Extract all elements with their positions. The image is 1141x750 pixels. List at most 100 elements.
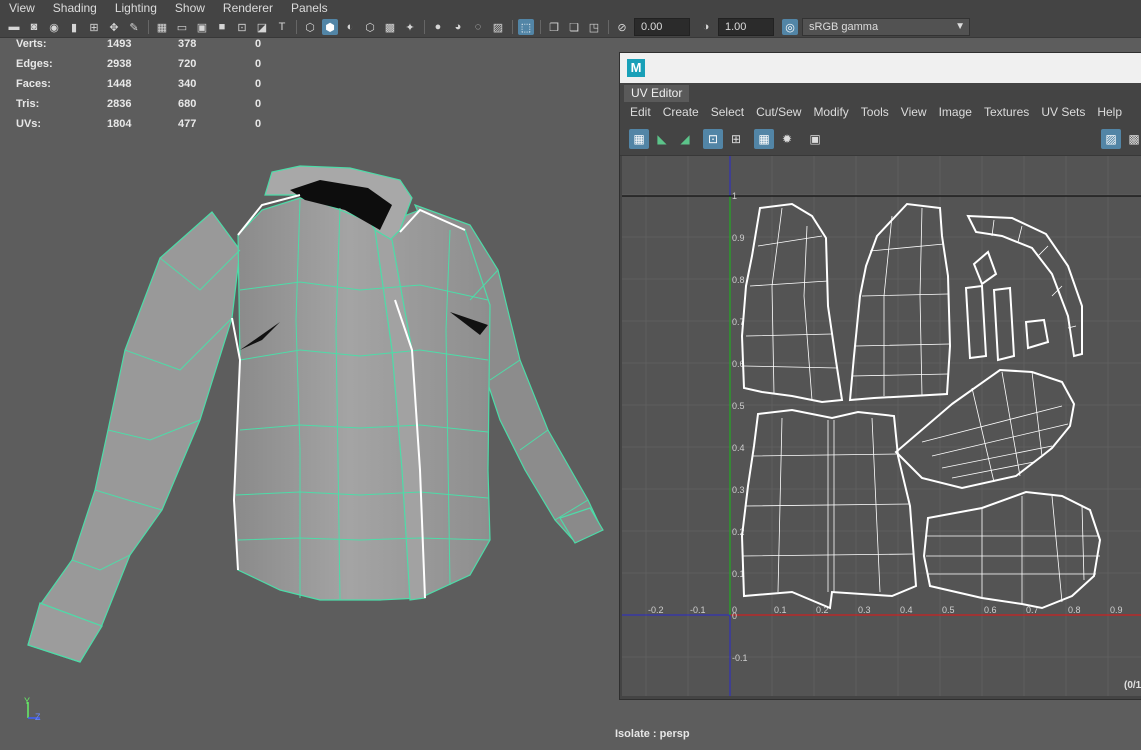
maya-logo-icon: M xyxy=(627,59,645,77)
resolution-gate-icon[interactable]: ▣ xyxy=(194,19,210,35)
uv-canvas[interactable]: -0.2 -0.1 0 0.1 0.2 0.3 0.4 0.5 0.6 0.7 0.8 0.9 10.… xyxy=(622,156,1141,696)
uv-y-tick-label: 0 xyxy=(732,611,737,621)
menu-renderer[interactable]: Renderer xyxy=(214,0,282,16)
grid-icon[interactable]: ▦ xyxy=(154,19,170,35)
grease-pencil-icon[interactable]: ✎ xyxy=(126,19,142,35)
uv-editor-tabbar: UV Editor xyxy=(620,83,1141,102)
viewport-toolbar: ▬ ◙ ◉ ▮ ⊞ ✥ ✎ ▦ ▭ ▣ ■ ⊡ ◪ T ⬡ ⬢ ◐ ⬡ ▩ ✦ … xyxy=(6,18,970,36)
uv-x-tick-label: -0.1 xyxy=(690,605,706,615)
camera-attributes-icon[interactable]: ◙ xyxy=(26,19,42,35)
uv-frame-selected-icon[interactable]: ⊡ xyxy=(703,129,723,149)
film-gate-icon[interactable]: ▭ xyxy=(174,19,190,35)
xray-active-components-icon[interactable]: ◳ xyxy=(586,19,602,35)
uv-menu-select[interactable]: Select xyxy=(705,102,750,122)
uv-editor-toolbar: ▦ ◣ ◢ ⊡ ⊞ ▦ ✹ ▣ ▨ ▩ xyxy=(620,123,1141,156)
uv-x-tick-label: -0.2 xyxy=(648,605,664,615)
uv-menu-view[interactable]: View xyxy=(895,102,933,122)
perspective-viewport[interactable] xyxy=(0,38,620,728)
view-transform-value: sRGB gamma xyxy=(809,21,879,33)
axis-z-label: Z xyxy=(35,712,41,722)
uv-y-tick-label: 0.9 xyxy=(732,233,745,243)
uv-menu-create[interactable]: Create xyxy=(657,102,705,122)
toolbar-divider xyxy=(608,20,609,34)
uv-menu-edit[interactable]: Edit xyxy=(620,102,657,122)
menu-shading[interactable]: Shading xyxy=(44,0,106,16)
menu-show[interactable]: Show xyxy=(166,0,214,16)
uv-menu-textures[interactable]: Textures xyxy=(978,102,1035,122)
uv-editor-titlebar[interactable]: M xyxy=(620,53,1141,83)
uv-y-tick-label: 0.4 xyxy=(732,443,745,453)
safe-action-icon[interactable]: ◪ xyxy=(254,19,270,35)
safe-title-icon[interactable]: T xyxy=(274,19,290,35)
isolate-select-icon[interactable]: ⬚ xyxy=(518,19,534,35)
uv-shading-icon[interactable]: ◣ xyxy=(652,129,672,149)
use-default-material-icon[interactable]: ◐ xyxy=(342,19,358,35)
uv-y-tick-label: 1 xyxy=(732,191,737,201)
uv-shell-select-icon[interactable]: ▦ xyxy=(629,129,649,149)
color-management-icon[interactable]: ◎ xyxy=(782,19,798,35)
toolbar-divider xyxy=(540,20,541,34)
uv-menu-modify[interactable]: Modify xyxy=(807,102,854,122)
uv-x-tick-label: 0.9 xyxy=(1110,605,1123,615)
uv-checker-icon[interactable]: ▩ xyxy=(1124,129,1141,149)
menu-panels[interactable]: Panels xyxy=(282,0,337,16)
axis-y-label: Y xyxy=(24,696,30,706)
menu-lighting[interactable]: Lighting xyxy=(106,0,166,16)
uv-y-tick-label: 0.8 xyxy=(732,275,745,285)
viewport-panel-header: View Shading Lighting Show Renderer Pane… xyxy=(0,0,1141,38)
uv-x-tick-label: 0.8 xyxy=(1068,605,1081,615)
smooth-shade-all-icon[interactable]: ⬢ xyxy=(322,19,338,35)
uv-frame-all-icon[interactable]: ⊞ xyxy=(726,129,746,149)
exposure-icon[interactable]: ⊘ xyxy=(614,19,630,35)
uv-editor-window[interactable]: M UV Editor Edit Create Select Cut/Sew M… xyxy=(619,52,1141,700)
shadows-icon[interactable]: ● xyxy=(430,19,446,35)
uv-y-tick-label: 0.3 xyxy=(732,485,745,495)
uv-grid-icon[interactable]: ▦ xyxy=(754,129,774,149)
motion-blur-icon[interactable]: ◌ xyxy=(470,19,486,35)
view-transform-dropdown[interactable]: sRGB gamma ▼ xyxy=(802,18,970,36)
gamma-icon[interactable]: ◑ xyxy=(698,19,714,35)
uv-image-display-icon[interactable]: ▨ xyxy=(1101,129,1121,149)
uv-editor-menubar: Edit Create Select Cut/Sew Modify Tools … xyxy=(620,102,1128,122)
gate-mask-icon[interactable]: ■ xyxy=(214,19,230,35)
select-camera-icon[interactable]: ▬ xyxy=(6,19,22,35)
toolbar-divider xyxy=(424,20,425,34)
menu-view[interactable]: View xyxy=(0,0,44,16)
uv-menu-uv-sets[interactable]: UV Sets xyxy=(1035,102,1091,122)
uv-y-tick-label: -0.1 xyxy=(732,653,748,663)
uv-menu-tools[interactable]: Tools xyxy=(855,102,895,122)
gamma-field[interactable]: 1.00 xyxy=(718,18,774,36)
2d-pan-zoom-icon[interactable]: ✥ xyxy=(106,19,122,35)
screen-space-ao-icon[interactable]: ◕ xyxy=(450,19,466,35)
uv-y-tick-label: -0.2 xyxy=(732,695,748,696)
uv-x-tick-label: 0.4 xyxy=(900,605,913,615)
field-chart-icon[interactable]: ⊡ xyxy=(234,19,250,35)
uv-distortion-icon[interactable]: ◢ xyxy=(675,129,695,149)
uv-menu-image[interactable]: Image xyxy=(933,102,978,122)
use-all-lights-icon[interactable]: ✦ xyxy=(402,19,418,35)
wireframe-on-shaded-icon[interactable]: ⬡ xyxy=(362,19,378,35)
toolbar-divider xyxy=(148,20,149,34)
shirt-left-sleeve[interactable] xyxy=(27,211,241,663)
wireframe-icon[interactable]: ⬡ xyxy=(302,19,318,35)
uv-y-tick-label: 0.5 xyxy=(732,401,745,411)
uv-pixel-snap-icon[interactable]: ✹ xyxy=(777,129,797,149)
bookmark-icon[interactable]: ▮ xyxy=(66,19,82,35)
exposure-field[interactable]: 0.00 xyxy=(634,18,690,36)
uv-x-tick-label: 0.1 xyxy=(774,605,787,615)
axis-gizmo: Y Z xyxy=(24,696,41,722)
image-plane-icon[interactable]: ⊞ xyxy=(86,19,102,35)
uv-x-tick-label: 0.5 xyxy=(942,605,955,615)
multisample-aa-icon[interactable]: ▨ xyxy=(490,19,506,35)
uv-menu-help[interactable]: Help xyxy=(1091,102,1128,122)
tab-uv-editor[interactable]: UV Editor xyxy=(624,85,690,102)
xray-icon[interactable]: ❐ xyxy=(546,19,562,35)
uv-snapshot-icon[interactable]: ▣ xyxy=(805,129,825,149)
textured-icon[interactable]: ▩ xyxy=(382,19,398,35)
uv-status-text: (0/1 xyxy=(1124,680,1141,691)
camera-bookmark-icon[interactable]: ◉ xyxy=(46,19,62,35)
uv-menu-cut-sew[interactable]: Cut/Sew xyxy=(750,102,807,122)
isolate-label: Isolate : persp xyxy=(615,728,690,740)
xray-joints-icon[interactable]: ❏ xyxy=(566,19,582,35)
uv-x-tick-label: 0.6 xyxy=(984,605,997,615)
